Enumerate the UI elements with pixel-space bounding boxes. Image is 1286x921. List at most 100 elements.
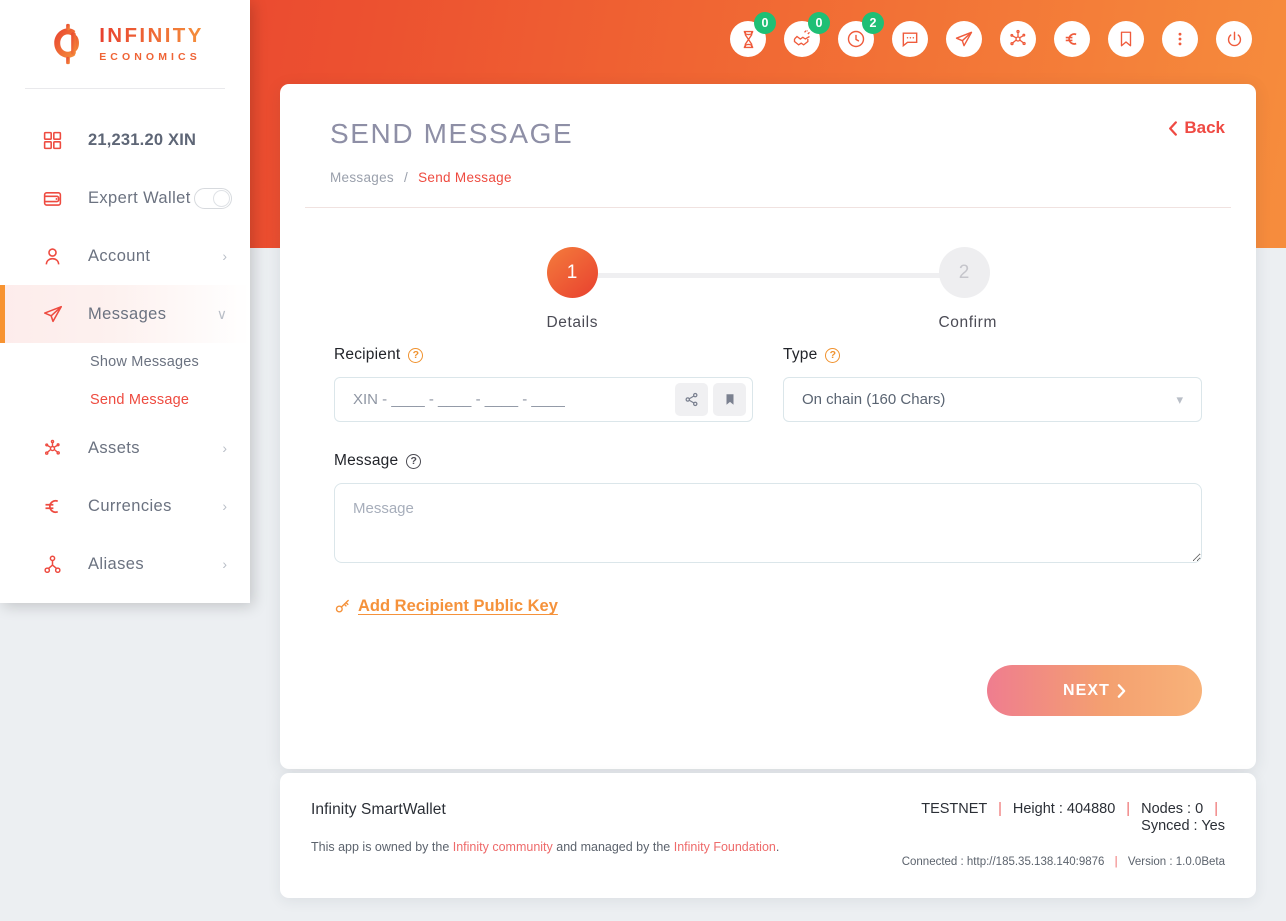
toolbar-chat-button[interactable]	[892, 21, 928, 57]
toolbar-hourglass-button[interactable]: 0	[730, 12, 776, 57]
toolbar-currencies-button[interactable]	[1054, 21, 1090, 57]
sidebar-item-messages[interactable]: Messages ∨	[0, 285, 250, 343]
card-header: SEND MESSAGE Back Messages / Send Messag…	[280, 118, 1256, 185]
stepper-step-confirm-number: 2	[938, 247, 990, 298]
paper-plane-icon	[955, 31, 973, 47]
bookmark-icon	[1120, 31, 1132, 47]
sidebar-item-account[interactable]: Account ›	[0, 227, 250, 285]
paper-plane-icon	[42, 303, 68, 325]
alias-node-icon	[42, 554, 68, 575]
chevron-right-icon: ›	[222, 556, 227, 572]
next-button[interactable]: NEXT	[987, 665, 1202, 716]
stepper-step-details-number: 1	[546, 247, 598, 298]
sidebar-item-assets[interactable]: Assets ›	[0, 419, 250, 477]
recipient-input[interactable]	[335, 378, 675, 421]
sidebar-item-aliases[interactable]: Aliases ›	[0, 535, 250, 593]
question-circle-icon[interactable]: ?	[406, 453, 422, 469]
sidebar-item-balance[interactable]: 21,231.20 XIN	[0, 111, 250, 169]
toolbar-handshake-button[interactable]: 0	[784, 12, 830, 57]
footer-about: Infinity SmartWallet This app is owned b…	[311, 801, 779, 854]
form-actions: NEXT	[280, 665, 1256, 769]
page-title: SEND MESSAGE	[330, 118, 574, 149]
more-vertical-icon	[1178, 32, 1182, 46]
stepper-track	[581, 273, 955, 278]
sidebar-subitem-send-message[interactable]: Send Message	[0, 381, 250, 419]
recipient-bookmark-button[interactable]	[713, 383, 746, 416]
add-recipient-public-key-label: Add Recipient Public Key	[358, 597, 558, 615]
back-button[interactable]: Back	[1168, 118, 1225, 138]
stepper-step-details-label: Details	[546, 314, 599, 331]
chat-bubble-icon	[902, 32, 918, 48]
type-label-row: Type ?	[783, 346, 1202, 364]
type-label: Type	[783, 346, 818, 363]
type-select[interactable]: On chain (160 Chars) ▾	[783, 377, 1202, 422]
message-textarea[interactable]	[334, 483, 1202, 563]
toolbar-hourglass-badge: 0	[754, 12, 776, 34]
breadcrumb: Messages / Send Message	[330, 170, 1206, 185]
toolbar-bookmark-button[interactable]	[1108, 21, 1144, 57]
footer-nodes: Nodes : 0	[1141, 801, 1204, 817]
stepper-step-confirm[interactable]: 2 Confirm	[938, 247, 997, 332]
sidebar-nav: 21,231.20 XIN Expert Wallet Account › Me…	[0, 89, 250, 593]
footer-connection-line: Connected : http://185.35.138.140:9876 |…	[895, 856, 1225, 868]
footer-ownership-mid: and managed by the	[552, 840, 674, 854]
form-row-recipient-type: Recipient ? XIN - ____ - ____ - ____ - _…	[334, 346, 1202, 422]
footer-link-infinity-foundation[interactable]: Infinity Foundation	[674, 840, 776, 854]
sidebar-subitem-show-messages[interactable]: Show Messages	[0, 343, 250, 381]
toolbar-send-message-button[interactable]	[946, 21, 982, 57]
footer-card: TESTNET | Height : 404880 | Nodes : 0 | …	[280, 773, 1256, 898]
back-button-label: Back	[1184, 118, 1225, 137]
footer-separator: |	[998, 801, 1002, 817]
chevron-right-icon	[1117, 683, 1126, 698]
recipient-share-button[interactable]	[675, 383, 708, 416]
stepper-step-details[interactable]: 1 Details	[546, 247, 599, 332]
recipient-field-group: Recipient ?	[334, 346, 753, 422]
toolbar-handshake-badge: 0	[808, 12, 830, 34]
wallet-icon	[42, 188, 68, 209]
sidebar-item-aliases-label: Aliases	[88, 554, 144, 573]
footer-separator: |	[1214, 801, 1218, 817]
toolbar-clock-badge: 2	[862, 12, 884, 34]
footer-connected: Connected : http://185.35.138.140:9876	[901, 855, 1105, 868]
footer-link-infinity-community[interactable]: Infinity community	[453, 840, 553, 854]
type-field-group: Type ? On chain (160 Chars) ▾	[783, 346, 1202, 422]
assets-icon	[42, 438, 68, 459]
toolbar-assets-button[interactable]	[1000, 21, 1036, 57]
breadcrumb-parent[interactable]: Messages	[330, 170, 394, 185]
next-button-label: NEXT	[1062, 681, 1111, 699]
footer-height: Height : 404880	[1012, 801, 1116, 817]
sidebar-subitem-show-messages-label: Show Messages	[90, 354, 199, 370]
sidebar-item-assets-label: Assets	[88, 438, 140, 457]
grid-icon	[42, 130, 68, 151]
footer-version: Version : 1.0.0Beta	[1127, 855, 1225, 868]
top-toolbar: 0 0 2	[730, 12, 1252, 57]
footer-ownership: This app is owned by the Infinity commun…	[311, 840, 779, 854]
toolbar-clock-button[interactable]: 2	[838, 12, 884, 57]
message-label-row: Message ?	[334, 452, 1202, 470]
power-icon	[1227, 31, 1241, 46]
recipient-label-row: Recipient ?	[334, 346, 753, 364]
message-label: Message	[334, 452, 399, 469]
brand-logo[interactable]: INFINITY ECONOMICS	[0, 0, 250, 88]
sidebar-item-expert-wallet[interactable]: Expert Wallet	[0, 169, 250, 227]
clock-icon	[847, 30, 865, 48]
chevron-right-icon: ›	[222, 248, 227, 264]
recipient-input-wrapper	[334, 377, 753, 422]
infinity-logo-icon	[54, 23, 80, 65]
brand-title: INFINITY	[99, 24, 204, 47]
toolbar-more-button[interactable]	[1162, 21, 1198, 57]
add-recipient-public-key-link[interactable]: Add Recipient Public Key	[334, 597, 558, 616]
user-icon	[42, 246, 68, 267]
footer-app-name: Infinity SmartWallet	[311, 801, 446, 818]
assets-icon	[1010, 29, 1026, 46]
expert-wallet-toggle[interactable]	[194, 187, 232, 209]
hourglass-icon	[743, 30, 753, 48]
footer-separator: |	[1126, 801, 1131, 817]
question-circle-icon[interactable]: ?	[408, 347, 424, 363]
toolbar-power-button[interactable]	[1216, 21, 1252, 57]
question-circle-icon[interactable]: ?	[825, 347, 841, 363]
sidebar-item-currencies[interactable]: Currencies ›	[0, 477, 250, 535]
chevron-left-icon	[1169, 120, 1178, 136]
stepper-step-confirm-label: Confirm	[938, 314, 997, 331]
toggle-knob	[213, 189, 230, 207]
